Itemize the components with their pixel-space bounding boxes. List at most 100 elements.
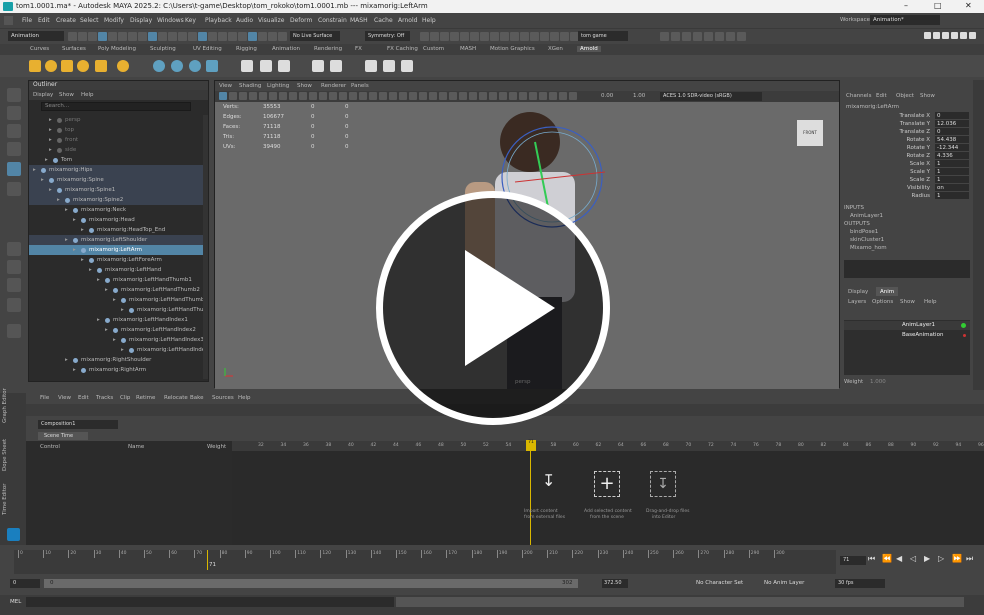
viewport-tool-icon[interactable] [379, 92, 387, 100]
viewport-tool-icon[interactable] [419, 92, 427, 100]
expand-icon[interactable]: ▸ [97, 275, 100, 285]
tx-manager-icon[interactable] [260, 60, 272, 72]
viewport-menu-lighting[interactable]: Lighting [267, 83, 289, 89]
close-icon[interactable]: ✕ [965, 1, 972, 10]
viewport-tool-icon[interactable] [569, 92, 577, 100]
outliner-item[interactable]: ▸ mixamorig:Head [29, 215, 203, 225]
outliner-item[interactable]: ▸ mixamorig:HeadTop_End [29, 225, 203, 235]
menu-deform[interactable]: Deform [290, 17, 312, 24]
status-tool-icon[interactable] [550, 32, 559, 41]
time-slider-track[interactable]: 0 10 20 30 40 50 60 70 80 90 100 110 120 130 140 150 160… [14, 550, 836, 574]
range-start-field[interactable]: 0 [10, 579, 40, 588]
outliner-item[interactable]: ▸ mixamorig:Spine1 [29, 185, 203, 195]
status-tool-icon[interactable] [248, 32, 257, 41]
current-frame-field[interactable]: 71 [840, 556, 866, 565]
standin-icon[interactable] [153, 60, 165, 72]
gamma-field[interactable]: 1.00 [633, 93, 645, 99]
expand-icon[interactable]: ▸ [105, 325, 108, 335]
render-view-icon[interactable] [383, 60, 395, 72]
viewport-tool-icon[interactable] [289, 92, 297, 100]
menu-audio[interactable]: Audio [236, 17, 253, 24]
input-item[interactable]: AnimLayer1 [850, 213, 883, 219]
viewport-tool-icon[interactable] [399, 92, 407, 100]
area-light-icon[interactable] [61, 60, 73, 72]
shelf-tab-arnold[interactable]: Arnold [577, 46, 601, 52]
status-tool-icon[interactable] [440, 32, 449, 41]
channel-value[interactable]: 4.336 [935, 152, 969, 159]
paint-tool-icon[interactable] [7, 124, 21, 138]
viewport-tool-icon[interactable] [549, 92, 557, 100]
expand-icon[interactable]: ▸ [81, 225, 84, 235]
channel-row[interactable]: Scale X 1 [844, 160, 970, 168]
go-start-icon[interactable]: ⏮ [868, 554, 875, 564]
status-tool-icon[interactable] [208, 32, 217, 41]
drag-drop-icon[interactable]: ↧ [650, 471, 676, 497]
outliner-search-input[interactable]: Search... [41, 102, 191, 111]
outliner-item[interactable]: ▸ mixamorig:LeftHandIndex2 [29, 325, 203, 335]
menu-mash[interactable]: MASH [350, 17, 368, 24]
status-tool-icon[interactable] [715, 32, 724, 41]
side-tab-time[interactable]: Time Editor [2, 484, 8, 516]
status-tool-icon[interactable] [168, 32, 177, 41]
lasso-tool-icon[interactable] [7, 106, 21, 120]
viewport-tool-icon[interactable] [559, 92, 567, 100]
arnold-render-icon[interactable] [29, 60, 41, 72]
status-tool-icon[interactable] [198, 32, 207, 41]
channel-value[interactable]: 1 [935, 192, 969, 199]
expand-icon[interactable]: ▸ [73, 215, 76, 225]
status-tool-icon[interactable] [530, 32, 539, 41]
shelf-tab-poly-modeling[interactable]: Poly Modeling [98, 46, 136, 52]
menu-arnold[interactable]: Arnold [398, 17, 417, 24]
shelf-tab-mash[interactable]: MASH [460, 46, 476, 52]
shelf-tab-animation[interactable]: Animation [272, 46, 300, 52]
status-tool-icon[interactable] [490, 32, 499, 41]
minimize-icon[interactable]: – [904, 1, 908, 10]
volume-icon[interactable] [171, 60, 183, 72]
sun-light-icon[interactable] [117, 60, 129, 72]
shelf-tab-sculpting[interactable]: Sculpting [150, 46, 176, 52]
channel-value[interactable]: 12.036 [935, 120, 969, 127]
layout-icon[interactable] [924, 32, 931, 39]
status-tool-icon[interactable] [500, 32, 509, 41]
output-item[interactable]: bindPose1 [850, 229, 878, 235]
outliner-item[interactable]: ▸ mixamorig:LeftHandThumb4 [29, 305, 208, 315]
viewport-menu-panels[interactable]: Panels [351, 83, 369, 89]
outliner-menu-help[interactable]: Help [81, 92, 94, 98]
viewport-tool-icon[interactable] [519, 92, 527, 100]
channel-row[interactable]: Scale Y 1 [844, 168, 970, 176]
viewport-tool-icon[interactable] [249, 92, 257, 100]
layout-single-icon[interactable] [7, 242, 21, 256]
status-tool-icon[interactable] [540, 32, 549, 41]
workspace-dropdown[interactable]: Animation* [870, 15, 940, 25]
viewport-tool-icon[interactable] [489, 92, 497, 100]
symmetry-dropdown[interactable]: Symmetry: Off [365, 31, 410, 41]
status-tool-icon[interactable] [560, 32, 569, 41]
scene-time-tab[interactable]: Scene Time [38, 432, 88, 440]
tab-anim[interactable]: Anim [880, 289, 894, 295]
status-tool-icon[interactable] [660, 32, 669, 41]
expand-icon[interactable]: ▸ [45, 155, 48, 165]
status-tool-icon[interactable] [158, 32, 167, 41]
cube-icon[interactable] [206, 60, 218, 72]
layout-outliner-icon[interactable] [7, 298, 21, 312]
rotate-tool-icon[interactable] [7, 162, 21, 176]
menu-edit[interactable]: Edit [38, 17, 50, 24]
viewport-tool-icon[interactable] [299, 92, 307, 100]
mesh-light-icon[interactable] [95, 60, 107, 72]
expand-icon[interactable]: ▸ [113, 295, 116, 305]
channel-menu-object[interactable]: Object [896, 93, 914, 99]
shelf-tab-xgen[interactable]: XGen [548, 46, 563, 52]
channel-row[interactable]: Translate X 0 [844, 112, 970, 120]
viewport-tool-icon[interactable] [479, 92, 487, 100]
weight-value[interactable]: 1.000 [870, 379, 886, 385]
status-tool-icon[interactable] [268, 32, 277, 41]
te-menu-clip[interactable]: Clip [120, 395, 130, 401]
range-end-field[interactable]: 372.50 [602, 579, 628, 588]
status-tool-icon[interactable] [460, 32, 469, 41]
outliner-menu-show[interactable]: Show [59, 92, 74, 98]
layers-menu-options[interactable]: Options [872, 299, 893, 305]
status-tool-icon[interactable] [737, 32, 746, 41]
te-menu-help[interactable]: Help [238, 395, 251, 401]
layers-menu-layers[interactable]: Layers [848, 299, 866, 305]
add-content-icon[interactable]: + [594, 471, 620, 497]
